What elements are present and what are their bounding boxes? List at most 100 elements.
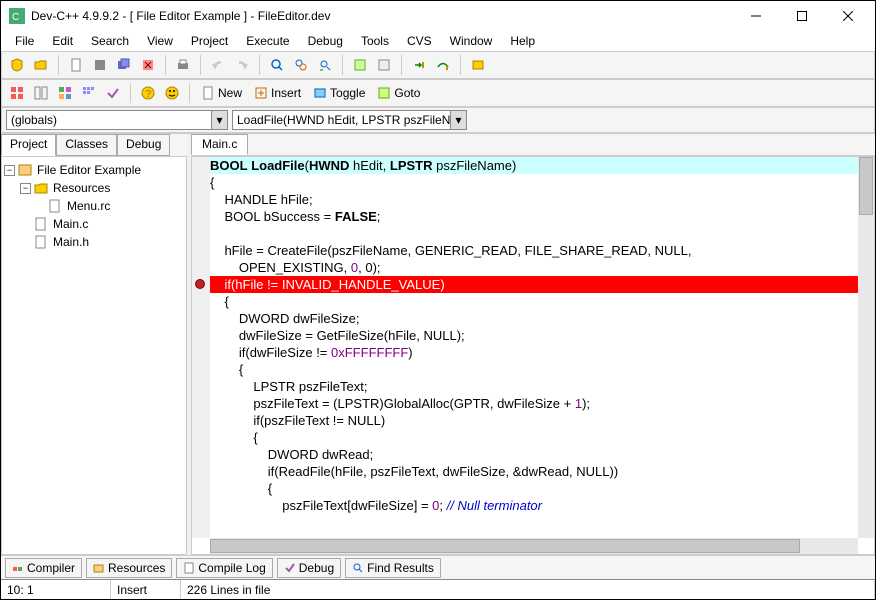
close-file-icon[interactable] — [137, 54, 159, 76]
menu-cvs[interactable]: CVS — [399, 32, 440, 50]
code-line[interactable]: OPEN_EXISTING, 0, 0); — [210, 259, 858, 276]
code-line[interactable]: { — [210, 480, 858, 497]
code-line[interactable]: DWORD dwRead; — [210, 446, 858, 463]
minimize-button[interactable] — [733, 2, 779, 30]
code-line[interactable]: HANDLE hFile; — [210, 191, 858, 208]
menu-help[interactable]: Help — [502, 32, 543, 50]
horizontal-scrollbar[interactable] — [210, 538, 858, 554]
new-button[interactable]: New — [196, 82, 247, 104]
sidebar-tab-classes[interactable]: Classes — [56, 134, 117, 156]
file-icon — [34, 217, 50, 231]
menu-debug[interactable]: Debug — [300, 32, 351, 50]
window-title: Dev-C++ 4.9.9.2 - [ File Editor Example … — [31, 9, 733, 23]
breakpoint-icon[interactable] — [195, 279, 205, 289]
project-tree[interactable]: − File Editor Example − Resources Menu.r… — [1, 156, 187, 555]
tree-project-root[interactable]: − File Editor Example — [4, 161, 184, 179]
file-icon — [34, 235, 50, 249]
menu-window[interactable]: Window — [442, 32, 501, 50]
project-sidebar: ProjectClassesDebug − File Editor Exampl… — [1, 134, 191, 555]
project-icon — [18, 163, 34, 177]
help-icon[interactable]: ? — [137, 82, 159, 104]
maximize-button[interactable] — [779, 2, 825, 30]
compile-icon[interactable] — [349, 54, 371, 76]
save-all-icon[interactable] — [113, 54, 135, 76]
grid-colors-icon[interactable] — [54, 82, 76, 104]
grid-split-icon[interactable] — [30, 82, 52, 104]
app-icon: C — [9, 8, 25, 24]
grid-8-icon[interactable] — [78, 82, 100, 104]
find-next-icon[interactable] — [314, 54, 336, 76]
file-tab[interactable]: Main.c — [191, 134, 248, 155]
svg-text:?: ? — [146, 89, 152, 100]
replace-icon[interactable] — [290, 54, 312, 76]
check-icon[interactable] — [102, 82, 124, 104]
code-line[interactable]: { — [210, 293, 858, 310]
code-line[interactable]: { — [210, 429, 858, 446]
shield-icon[interactable] — [6, 54, 28, 76]
tree-folder[interactable]: − Resources — [4, 179, 184, 197]
output-tab-resources[interactable]: Resources — [86, 558, 172, 578]
sidebar-tab-debug[interactable]: Debug — [117, 134, 170, 156]
vertical-scrollbar[interactable] — [858, 157, 874, 538]
tree-file[interactable]: Menu.rc — [4, 197, 184, 215]
output-tab-find-results[interactable]: Find Results — [345, 558, 441, 578]
undo-icon[interactable] — [207, 54, 229, 76]
code-line[interactable]: dwFileSize = GetFileSize(hFile, NULL); — [210, 327, 858, 344]
menu-search[interactable]: Search — [83, 32, 137, 50]
scrollbar-thumb[interactable] — [210, 539, 800, 553]
menu-file[interactable]: File — [7, 32, 42, 50]
open-icon[interactable] — [30, 54, 52, 76]
code-line[interactable]: pszFileText = (LPSTR)GlobalAlloc(GPTR, d… — [210, 395, 858, 412]
code-line[interactable]: hFile = CreateFile(pszFileName, GENERIC_… — [210, 242, 858, 259]
grid-reds-icon[interactable] — [6, 82, 28, 104]
run-icon[interactable] — [373, 54, 395, 76]
code-line[interactable]: if(ReadFile(hFile, pszFileText, dwFileSi… — [210, 463, 858, 480]
step-over-icon[interactable] — [432, 54, 454, 76]
code-line[interactable]: pszFileText[dwFileSize] = 0; // Null ter… — [210, 497, 858, 514]
redo-icon[interactable] — [231, 54, 253, 76]
collapse-icon[interactable]: − — [4, 165, 15, 176]
output-tab-compiler[interactable]: Compiler — [5, 558, 82, 578]
status-cursor: 10: 1 — [1, 580, 111, 599]
output-tab-debug[interactable]: Debug — [277, 558, 341, 578]
menu-project[interactable]: Project — [183, 32, 236, 50]
code-line[interactable]: DWORD dwFileSize; — [210, 310, 858, 327]
close-button[interactable] — [825, 2, 871, 30]
code-line[interactable]: { — [210, 361, 858, 378]
menu-edit[interactable]: Edit — [44, 32, 81, 50]
code-line[interactable]: if(hFile != INVALID_HANDLE_VALUE) — [210, 276, 858, 293]
code-line[interactable]: { — [210, 174, 858, 191]
folder-icon — [34, 181, 50, 195]
menu-view[interactable]: View — [139, 32, 181, 50]
print-icon[interactable] — [172, 54, 194, 76]
tree-file[interactable]: Main.c — [4, 215, 184, 233]
step-in-icon[interactable] — [408, 54, 430, 76]
function-dropdown[interactable]: LoadFile(HWND hEdit, LPSTR pszFileName) … — [232, 110, 467, 130]
secondary-toolbar: ? New Insert Toggle Goto — [1, 79, 875, 107]
menu-execute[interactable]: Execute — [238, 32, 297, 50]
code-editor[interactable]: BOOL LoadFile(HWND hEdit, LPSTR pszFileN… — [191, 156, 875, 555]
code-line[interactable]: BOOL bSuccess = FALSE; — [210, 208, 858, 225]
collapse-icon[interactable]: − — [20, 183, 31, 194]
save-icon[interactable] — [89, 54, 111, 76]
sidebar-tab-project[interactable]: Project — [1, 134, 56, 156]
status-mode: Insert — [111, 580, 181, 599]
insert-button[interactable]: Insert — [249, 82, 306, 104]
debug-icon[interactable] — [467, 54, 489, 76]
about-icon[interactable] — [161, 82, 183, 104]
code-line[interactable]: LPSTR pszFileText; — [210, 378, 858, 395]
gutter[interactable] — [192, 157, 210, 538]
scope-dropdown[interactable]: (globals) ▾ — [6, 110, 228, 130]
goto-button[interactable]: Goto — [372, 82, 425, 104]
tree-file[interactable]: Main.h — [4, 233, 184, 251]
code-line[interactable]: BOOL LoadFile(HWND hEdit, LPSTR pszFileN… — [210, 157, 858, 174]
find-icon[interactable] — [266, 54, 288, 76]
scrollbar-thumb[interactable] — [859, 157, 873, 215]
output-tab-compile-log[interactable]: Compile Log — [176, 558, 272, 578]
new-file-icon[interactable] — [65, 54, 87, 76]
toggle-button[interactable]: Toggle — [308, 82, 370, 104]
code-line[interactable] — [210, 225, 858, 242]
code-line[interactable]: if(pszFileText != NULL) — [210, 412, 858, 429]
code-line[interactable]: if(dwFileSize != 0xFFFFFFFF) — [210, 344, 858, 361]
menu-tools[interactable]: Tools — [353, 32, 397, 50]
